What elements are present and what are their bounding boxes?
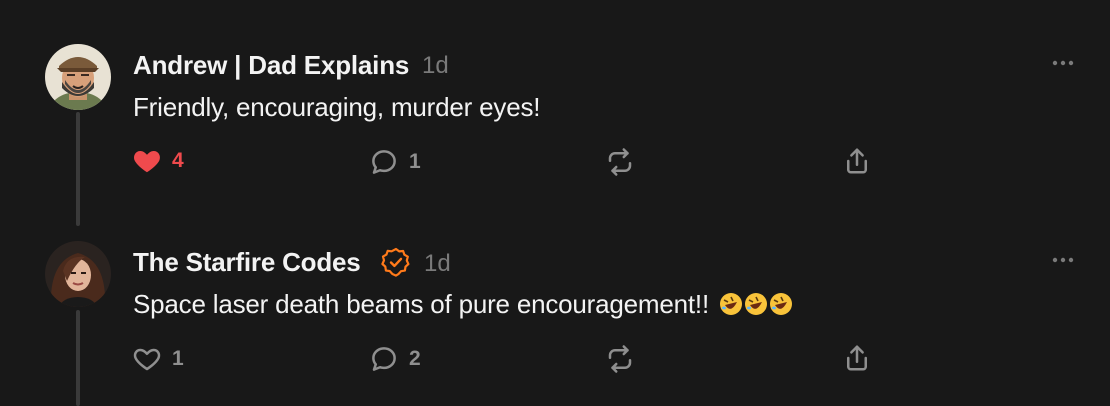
- comment-text: Space laser death beams of pure encourag…: [133, 289, 709, 319]
- heart-icon: [133, 348, 161, 371]
- rofl-emoji-icon: [720, 293, 742, 315]
- comment-text: Friendly, encouraging, murder eyes!: [133, 92, 541, 122]
- more-options-button[interactable]: [1048, 55, 1078, 71]
- rofl-emoji-icon: [770, 293, 792, 315]
- timestamp[interactable]: 1d: [424, 250, 451, 278]
- like-count: 4: [172, 149, 184, 172]
- more-options-button[interactable]: [1048, 252, 1078, 268]
- restack-button[interactable]: [605, 344, 635, 374]
- comment-bubble-icon: [372, 347, 396, 371]
- author-name[interactable]: Andrew | Dad Explains: [133, 50, 409, 81]
- thread-line: [76, 112, 80, 226]
- emoji-group: [718, 289, 793, 319]
- timestamp[interactable]: 1d: [422, 52, 449, 80]
- share-icon: [847, 345, 867, 371]
- avatar[interactable]: [45, 241, 111, 307]
- restack-icon: [608, 148, 632, 176]
- avatar[interactable]: [45, 44, 111, 110]
- like-count: 1: [172, 347, 184, 370]
- reply-count: 2: [409, 347, 421, 370]
- like-button[interactable]: 4: [132, 146, 184, 176]
- share-button[interactable]: [842, 146, 872, 176]
- like-button[interactable]: 1: [132, 344, 184, 374]
- comment-bubble-icon: [372, 150, 396, 174]
- verified-badge-icon: [380, 246, 412, 278]
- reply-button[interactable]: 1: [369, 147, 421, 177]
- share-button[interactable]: [842, 343, 872, 373]
- comment-text-row: Space laser death beams of pure encourag…: [133, 289, 793, 320]
- restack-button[interactable]: [605, 147, 635, 177]
- rofl-emoji-icon: [745, 293, 767, 315]
- more-icon: [1052, 60, 1074, 66]
- author-name[interactable]: The Starfire Codes: [133, 247, 361, 278]
- reply-count: 1: [409, 150, 421, 173]
- restack-icon: [608, 345, 632, 373]
- thread-line: [76, 310, 80, 406]
- more-icon: [1052, 257, 1074, 263]
- share-icon: [847, 148, 867, 174]
- heart-icon: [134, 150, 160, 173]
- reply-button[interactable]: 2: [369, 344, 421, 374]
